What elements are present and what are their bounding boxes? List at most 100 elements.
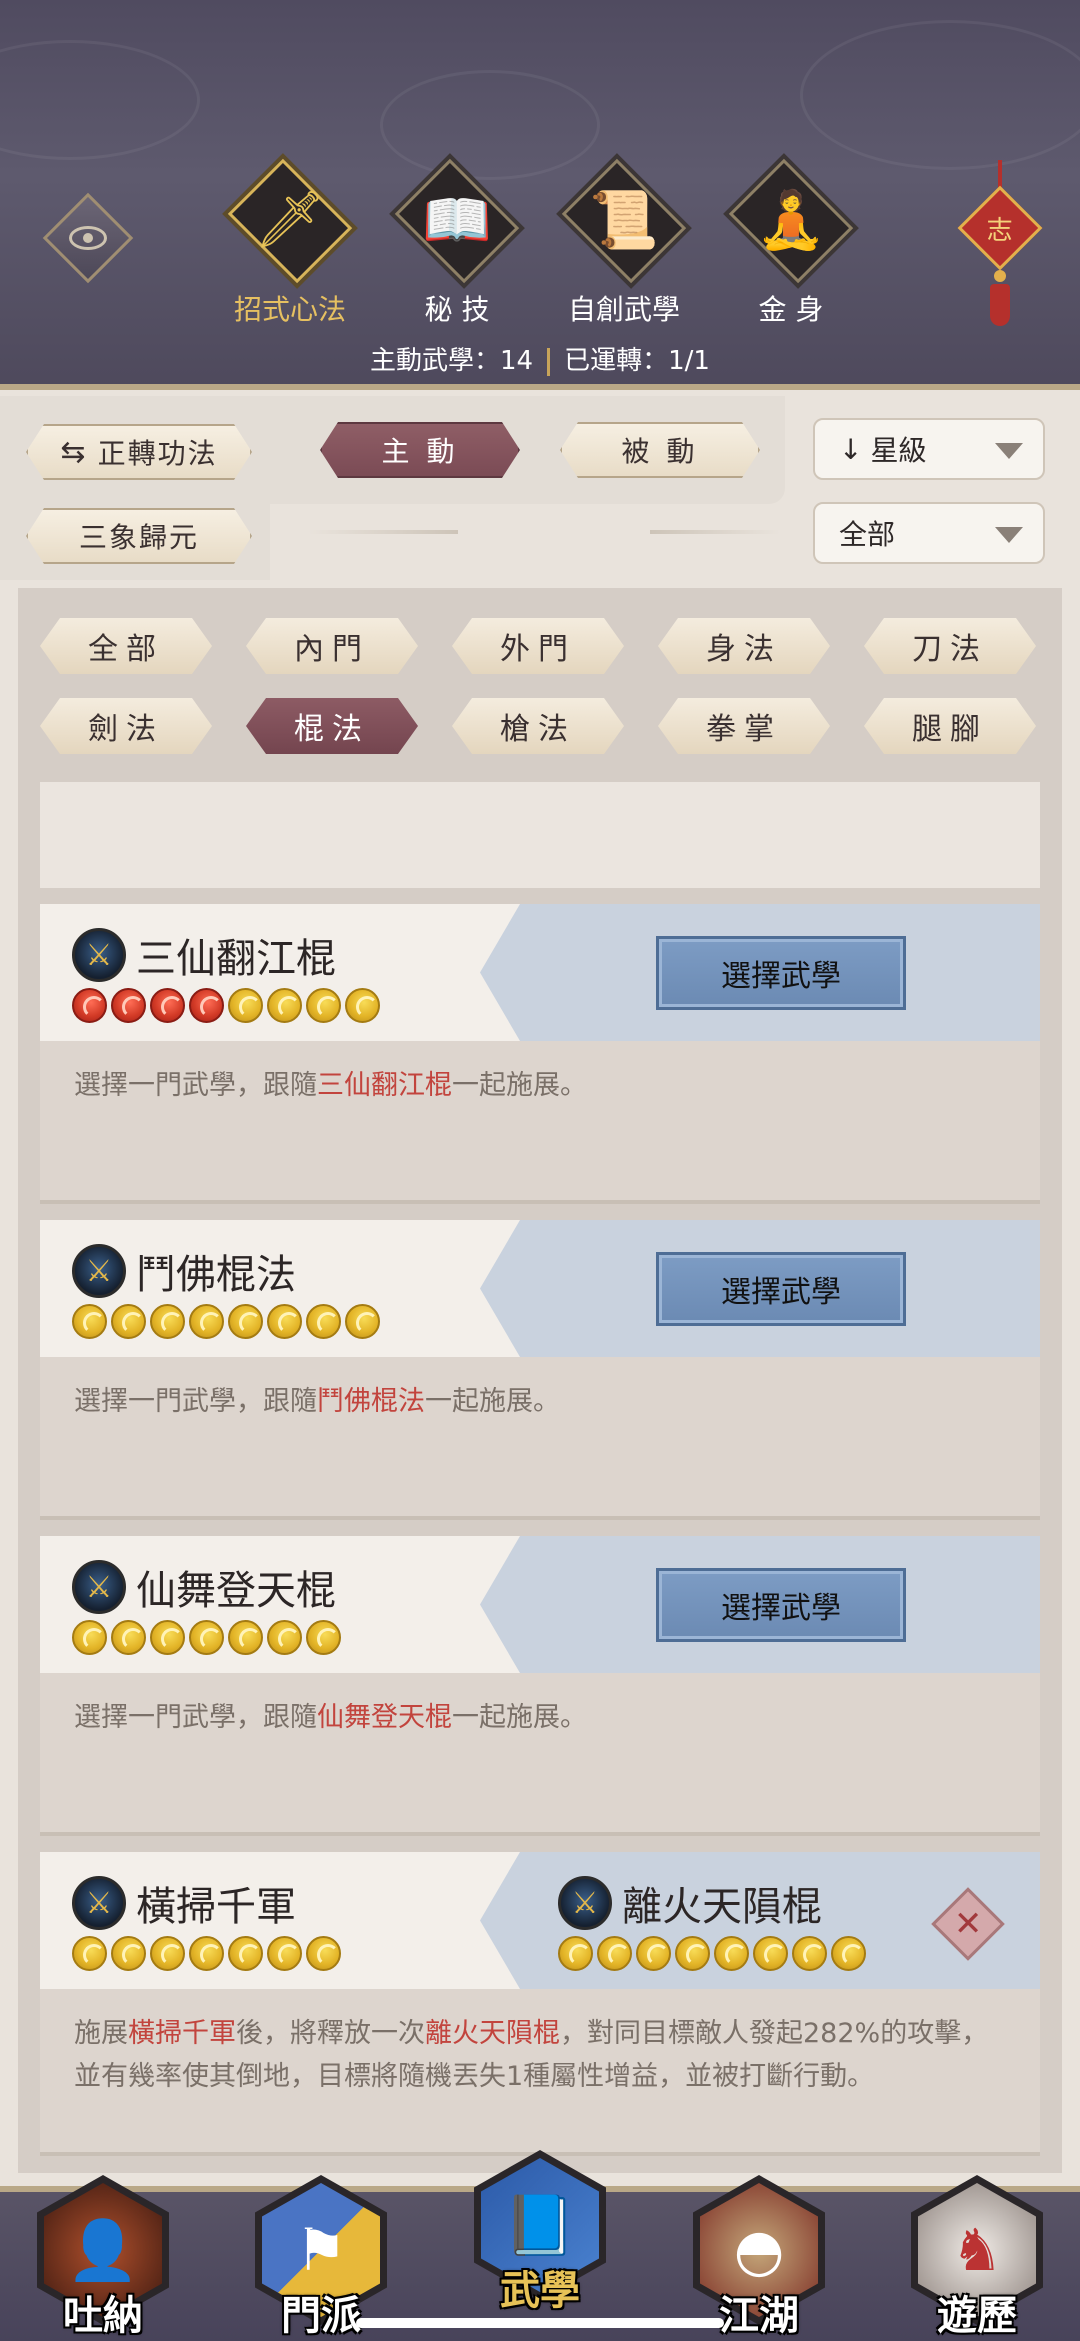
category-7[interactable]: 槍法 [452,698,624,754]
gold-star-icon [597,1936,632,1971]
gold-star-icon [792,1936,827,1971]
skill-combo-card: ⚔ 橫掃千軍 ⚔ 離火天隕棍 ✕ 施展橫掃千軍後，將釋放一次離火天隕棍，對同目標… [40,1852,1040,2156]
swap-icon: ⇆ [60,434,86,470]
select-skill-button[interactable]: 選擇武學 [656,936,906,1010]
tab-moves[interactable]: 🗡 招式心法 [210,158,370,328]
desc-highlight: 離火天隕棍 [425,2018,560,2049]
category-1[interactable]: 內門 [246,618,418,674]
skill-name: 鬥佛棍法 [136,1252,296,1298]
header: 🗡 招式心法 📖 秘 技 📜 自創武學 🧘 金 身 志 主動武學：14 已運轉：1… [0,0,1080,390]
gold-star-icon [267,1620,302,1655]
staff-icon: ⚔ [72,928,126,982]
gold-star-icon [306,1936,341,1971]
filter-dropdown[interactable]: 全部 [813,502,1045,564]
staff-icon: ⚔ [72,1876,126,1930]
tab-secret-skills[interactable]: 📖 秘 技 [377,158,537,328]
switch-technique-label: 正轉功法 [97,437,218,470]
staff-icon: ⚔ [558,1876,612,1930]
linked-skill-name[interactable]: 離火天隕棍 [622,1874,822,1932]
divider [547,347,551,376]
skill-name: 橫掃千軍 [136,1884,296,1930]
nav-travel[interactable]: ♞ 遊歷 [902,2175,1052,2341]
star-rating [72,1304,380,1339]
category-4[interactable]: 刀法 [864,618,1036,674]
gold-star-icon [150,1936,185,1971]
home-indicator[interactable] [356,2318,724,2328]
lantern-charm-button[interactable]: 志 [957,160,1043,330]
gold-star-icon [72,1304,107,1339]
skill-name: 三仙翻江棍 [136,936,336,982]
active-skills-count: 主動武學：14 [370,346,534,376]
gold-star-icon [189,1304,224,1339]
category-3[interactable]: 身法 [658,618,830,674]
gold-star-icon [267,1936,302,1971]
desc-highlight: 橫掃千軍 [128,2018,236,2049]
nav-jianghu[interactable]: ◓ 江湖 [684,2175,834,2341]
red-star-icon [189,988,224,1023]
category-8[interactable]: 拳掌 [658,698,830,754]
skill-name: 仙舞登天棍 [136,1568,336,1614]
mode-passive-tab[interactable]: 被 動 [560,422,760,478]
sort-dropdown[interactable]: ↓ 星級 [813,418,1045,480]
nav-label: 遊歷 [937,2293,1017,2339]
red-star-icon [111,988,146,1023]
desc-text: 選擇一門武學，跟隨 [74,1070,317,1101]
skill-card: ⚔ 鬥佛棍法 選擇武學 選擇一門武學，跟隨鬥佛棍法一起施展。 [40,1220,1040,1520]
staff-icon: ⚔ [72,1560,126,1614]
gold-star-icon [228,1620,263,1655]
gold-star-icon [753,1936,788,1971]
skill-card: ⚔ 三仙翻江棍 選擇武學 選擇一門武學，跟隨三仙翻江棍一起施展。 [40,904,1040,1204]
tab-label: 秘 技 [424,293,490,326]
select-skill-button[interactable]: 選擇武學 [656,1252,906,1326]
three-elements-label: 三象歸元 [78,521,199,554]
eye-icon [69,226,107,250]
skill-card: ⚔ 仙舞登天棍 選擇武學 選擇一門武學，跟隨仙舞登天棍一起施展。 [40,1536,1040,1836]
ornament-line [308,530,458,534]
gold-star-icon [267,1304,302,1339]
visibility-toggle-button[interactable] [42,192,134,284]
gold-star-icon [228,988,263,1023]
switch-technique-button[interactable]: ⇆ 正轉功法 [26,424,252,480]
star-rating [72,988,380,1023]
category-9[interactable]: 腿腳 [864,698,1036,754]
tab-self-created[interactable]: 📜 自創武學 [544,158,704,328]
category-5[interactable]: 劍法 [40,698,212,754]
three-elements-button[interactable]: 三象歸元 [26,508,252,564]
gold-star-icon [189,1936,224,1971]
desc-highlight: 鬥佛棍法 [317,1386,425,1417]
gold-star-icon [72,1936,107,1971]
mode-active-tab[interactable]: 主 動 [320,422,520,478]
desc-text: 後，將釋放一次 [236,2018,425,2049]
nav-breathing[interactable]: 👤 吐納 [28,2175,178,2341]
skill-description: 選擇一門武學，跟隨鬥佛棍法一起施展。 [74,1380,1014,1423]
gold-star-icon [228,1936,263,1971]
cloud-decoration [800,20,1080,170]
nav-sect[interactable]: ⚑ 門派 [246,2175,396,2341]
star-rating [72,1936,341,1971]
gold-star-icon [267,988,302,1023]
skill-description: 施展橫掃千軍後，將釋放一次離火天隕棍，對同目標敵人發起282%的攻擊，並有幾率使… [74,2012,1014,2098]
nav-martial-arts[interactable]: 📘 武學 [465,2150,615,2316]
select-skill-label: 選擇武學 [721,1275,841,1310]
desc-text: 施展 [74,2018,128,2049]
category-6[interactable]: 棍法 [246,698,418,754]
tab-label: 金 身 [758,293,824,326]
sort-value: 星級 [870,434,927,467]
desc-highlight: 仙舞登天棍 [317,1702,452,1733]
tab-label: 自創武學 [567,293,680,326]
star-rating [72,1620,341,1655]
nav-label: 江湖 [719,2293,799,2339]
close-icon: ✕ [953,1904,983,1944]
gold-star-icon [72,1620,107,1655]
select-skill-label: 選擇武學 [721,959,841,994]
red-star-icon [72,988,107,1023]
category-0[interactable]: 全部 [40,618,212,674]
desc-text: 一起施展。 [452,1702,587,1733]
cloud-decoration [380,70,600,180]
select-skill-button[interactable]: 選擇武學 [656,1568,906,1642]
gold-star-icon [111,1304,146,1339]
select-skill-label: 選擇武學 [721,1591,841,1626]
category-2[interactable]: 外門 [452,618,624,674]
gold-star-icon [306,1620,341,1655]
tab-golden-body[interactable]: 🧘 金 身 [711,158,871,328]
